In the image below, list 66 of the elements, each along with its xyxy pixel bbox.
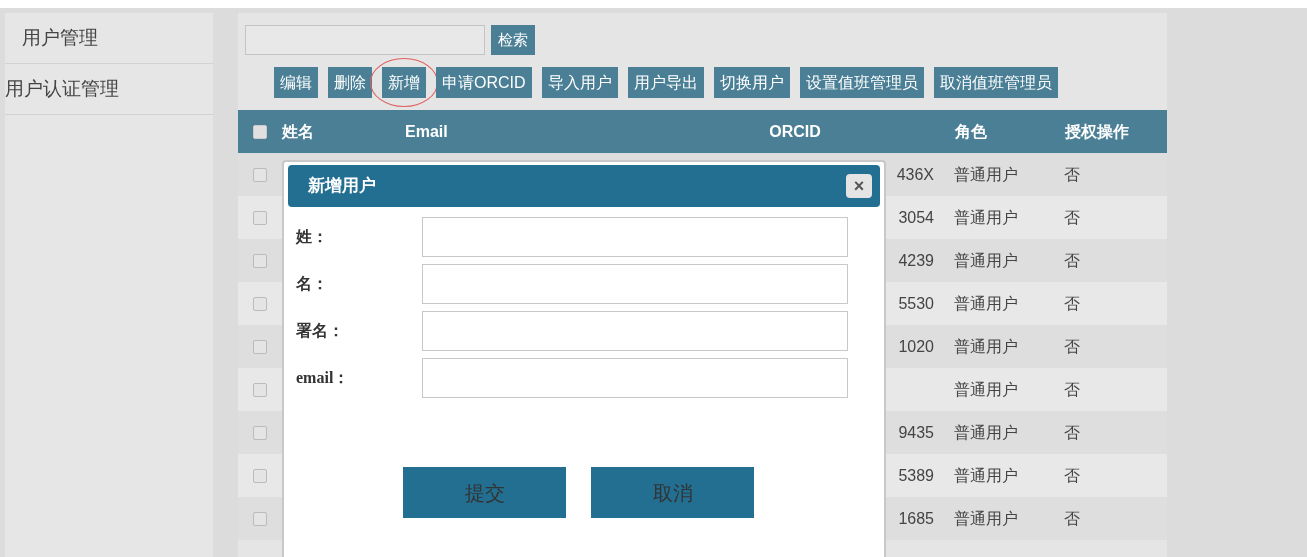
row-checkbox[interactable] (253, 382, 267, 397)
row-checkbox[interactable] (253, 339, 267, 354)
table-cell-text: 1685 (898, 508, 934, 529)
toolbar-button[interactable]: 新增 (382, 67, 426, 98)
row-checkbox[interactable] (253, 468, 267, 483)
field-label: 姓： (294, 227, 329, 247)
table-cell: 否 (1064, 208, 1080, 226)
table-cell: 普通用户 (954, 165, 1018, 183)
field-label: 署名： (295, 321, 345, 341)
row-checkbox[interactable] (253, 296, 267, 311)
row-checkbox[interactable] (253, 167, 267, 182)
row-checkbox[interactable] (253, 253, 267, 268)
table-cell: 否 (1064, 165, 1080, 183)
sidebar-item[interactable]: 用户管理 (5, 13, 213, 64)
toolbar-button[interactable]: 删除 (328, 67, 372, 98)
column-header: ORCID (769, 122, 821, 140)
input-field[interactable] (422, 264, 848, 304)
dialog-button[interactable]: 提交 (403, 467, 566, 518)
table-cell: 普通用户 (954, 380, 1018, 398)
table-cell-text: 5389 (898, 465, 934, 486)
input-field[interactable] (422, 358, 848, 398)
table-cell-text: 5530 (898, 293, 934, 314)
close-button[interactable]: × (846, 174, 872, 198)
table-cell: 普通用户 (954, 294, 1018, 312)
table-cell: 普通用户 (954, 251, 1018, 269)
table-cell-text: 4239 (898, 250, 934, 271)
table-cell: 否 (1064, 509, 1080, 527)
input-field[interactable] (422, 217, 848, 257)
search-field[interactable] (245, 25, 485, 55)
table-cell-text: 3054 (898, 207, 934, 228)
row-checkbox[interactable] (253, 511, 267, 526)
table-cell: 否 (1064, 337, 1080, 355)
sidebar-item[interactable]: 用户认证管理 (5, 64, 213, 115)
dialog-button[interactable]: 取消 (591, 467, 754, 518)
table-cell-text: 1020 (898, 336, 934, 357)
table-cell: 否 (1064, 251, 1080, 269)
column-header: 姓名 (282, 122, 314, 140)
toolbar-button[interactable]: 导入用户 (541, 67, 618, 98)
column-header: Email (405, 122, 448, 140)
table-cell: 普通用户 (954, 337, 1018, 355)
table-cell-text: 436X (896, 164, 934, 185)
table-cell: 否 (1064, 294, 1080, 312)
table-cell-text: 9435 (898, 422, 934, 443)
column-header: 角色 (955, 122, 987, 140)
select-all-checkbox[interactable] (253, 124, 267, 139)
toolbar-button[interactable]: 取消值班管理员 (933, 67, 1058, 98)
dialog-title: 新增用户 (308, 175, 376, 198)
toolbar-button[interactable]: 切换用户 (713, 67, 790, 98)
toolbar-button[interactable]: 编辑 (274, 67, 318, 98)
field-label: 名： (295, 274, 329, 294)
toolbar-button[interactable]: 用户导出 (627, 67, 704, 98)
table-cell: 普通用户 (954, 208, 1018, 226)
toolbar-button[interactable]: 申请ORCID (436, 67, 532, 98)
input-field[interactable] (422, 311, 848, 351)
table-cell: 否 (1064, 466, 1080, 484)
row-checkbox[interactable] (253, 210, 267, 225)
table-cell: 否 (1064, 423, 1080, 441)
toolbar-button[interactable]: 设置值班管理员 (799, 67, 924, 98)
column-header: 授权操作 (1065, 122, 1129, 140)
field-label: email： (295, 368, 351, 388)
table-cell: 否 (1064, 380, 1080, 398)
table-cell: 普通用户 (954, 509, 1018, 527)
search-button[interactable]: 检索 (491, 25, 535, 55)
table-cell: 普通用户 (954, 466, 1018, 484)
row-checkbox[interactable] (253, 425, 267, 440)
table-cell: 普通用户 (954, 423, 1018, 441)
